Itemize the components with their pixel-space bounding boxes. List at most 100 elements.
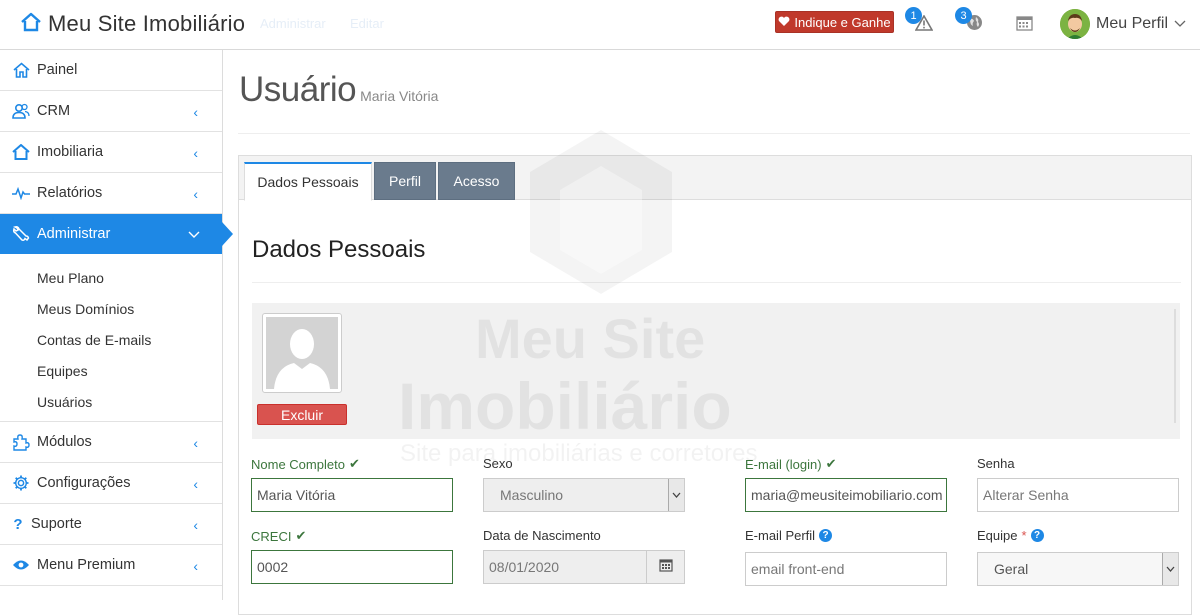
brand-name: Meu Site Imobiliário <box>48 11 246 36</box>
chevron-down-icon <box>668 479 684 511</box>
sidebar-item-label: Configurações <box>37 475 131 491</box>
sidebar-item-relatorios[interactable]: Relatórios ‹ <box>0 173 222 214</box>
sites-badge: 3 <box>955 7 972 24</box>
submenu-meu-plano[interactable]: Meu Plano <box>0 262 222 293</box>
sidebar: Painel CRM ‹ Imobiliaria ‹ Relatórios ‹ … <box>0 50 233 600</box>
nome-label: Nome Completo ✔ <box>251 456 360 472</box>
creci-label-text: CRECI <box>251 528 292 544</box>
user-form-panel: Dados Pessoais Perfil Acesso Dados Pesso… <box>238 155 1192 615</box>
pulse-icon <box>12 184 30 202</box>
calendar-button[interactable] <box>1013 14 1035 36</box>
brand-logo[interactable]: Meu Site Imobiliário <box>20 10 245 38</box>
email-perfil-input[interactable]: email front-end <box>745 552 947 586</box>
wrench-icon <box>12 225 30 243</box>
chevron-left-icon: ‹ <box>193 558 198 574</box>
calendar-icon <box>1015 15 1033 36</box>
sidebar-item-suporte[interactable]: ? Suporte ‹ <box>0 504 222 545</box>
page-title-main: Usuário <box>239 70 357 109</box>
submenu-meus-dominios[interactable]: Meus Domínios <box>0 293 222 324</box>
check-icon: ✔ <box>348 456 360 471</box>
chevron-left-icon: ‹ <box>193 186 198 202</box>
sidebar-item-label: Módulos <box>37 434 92 450</box>
profile-menu[interactable]: Meu Perfil <box>1060 9 1186 39</box>
photo-area: Excluir <box>252 303 1180 439</box>
sidebar-item-administrar[interactable]: Administrar <box>0 214 233 254</box>
sidebar-item-crm[interactable]: CRM ‹ <box>0 91 222 132</box>
check-icon: ✔ <box>825 456 837 471</box>
sidebar-item-imobiliaria[interactable]: Imobiliaria ‹ <box>0 132 222 173</box>
sidebar-item-label: Imobiliaria <box>37 144 104 160</box>
email-input[interactable]: maria@meusiteimobiliario.com <box>745 478 947 512</box>
chevron-down-icon <box>1174 15 1186 33</box>
sidebar-item-label: Relatórios <box>37 185 103 201</box>
gear-icon <box>12 474 30 492</box>
calendar-picker-button[interactable] <box>646 550 685 584</box>
sidebar-item-menu-premium[interactable]: Menu Premium ‹ <box>0 545 222 586</box>
email-label-text: E-mail (login) <box>745 456 822 472</box>
breadcrumb-editar: Editar <box>350 16 384 31</box>
sexo-value: Masculino <box>500 487 564 503</box>
creci-input[interactable]: 0002 <box>251 550 453 584</box>
page-title: Usuário Maria Vitória <box>239 70 438 110</box>
check-icon: ✔ <box>295 528 307 543</box>
tab-bar: Dados Pessoais Perfil Acesso <box>239 156 1191 201</box>
chevron-left-icon: ‹ <box>193 104 198 120</box>
sidebar-item-label: Suporte <box>31 516 82 532</box>
section-divider <box>252 282 1181 283</box>
nascimento-label: Data de Nascimento <box>483 528 601 543</box>
users-icon <box>12 102 30 120</box>
scrollbar[interactable] <box>1174 309 1176 423</box>
calendar-icon <box>658 558 673 577</box>
sidebar-item-label: Administrar <box>37 226 111 242</box>
required-mark: * <box>1021 528 1027 543</box>
tab-dados-pessoais[interactable]: Dados Pessoais <box>244 162 372 201</box>
alerts-badge: 1 <box>905 7 922 24</box>
equipe-label-text: Equipe <box>977 528 1018 543</box>
equipe-select[interactable]: Geral <box>977 552 1179 586</box>
submenu-equipes[interactable]: Equipes <box>0 355 222 386</box>
home-icon <box>12 143 30 161</box>
eye-icon <box>12 556 30 574</box>
help-icon[interactable]: ? <box>819 529 833 542</box>
nascimento-input[interactable]: 08/01/2020 <box>483 550 647 584</box>
chevron-down-icon <box>1162 553 1178 585</box>
sidebar-item-label: CRM <box>37 103 71 119</box>
sidebar-item-painel[interactable]: Painel <box>0 50 222 91</box>
top-navbar: Meu Site Imobiliário Administrar Editar … <box>0 0 1200 50</box>
indique-e-ganhe-button[interactable]: Indique e Ganhe <box>775 11 894 33</box>
indique-label: Indique e Ganhe <box>794 14 891 30</box>
tab-perfil[interactable]: Perfil <box>374 162 436 200</box>
breadcrumb-administrar[interactable]: Administrar <box>260 16 326 31</box>
tab-acesso[interactable]: Acesso <box>438 162 515 200</box>
home-icon <box>20 12 42 37</box>
senha-input[interactable]: Alterar Senha <box>977 478 1179 512</box>
help-icon[interactable]: ? <box>1030 529 1044 542</box>
sidebar-item-configuracoes[interactable]: Configurações ‹ <box>0 463 222 504</box>
delete-photo-button[interactable]: Excluir <box>257 404 347 425</box>
avatar <box>1060 9 1090 39</box>
email-perfil-label-text: E-mail Perfil <box>745 528 816 543</box>
submenu-usuarios[interactable]: Usuários <box>0 386 222 417</box>
nome-input[interactable]: Maria Vitória <box>251 478 453 512</box>
title-divider <box>238 133 1190 134</box>
email-perfil-label: E-mail Perfil? <box>745 528 833 543</box>
question-icon: ? <box>13 515 23 533</box>
sidebar-item-modulos[interactable]: Módulos ‹ <box>0 422 222 463</box>
sexo-label: Sexo <box>483 456 513 471</box>
chevron-left-icon: ‹ <box>193 435 198 451</box>
puzzle-icon <box>12 433 30 451</box>
chevron-left-icon: ‹ <box>193 145 198 161</box>
chevron-left-icon: ‹ <box>193 476 198 492</box>
profile-label: Meu Perfil <box>1096 15 1169 32</box>
user-silhouette-icon <box>266 317 338 389</box>
nome-label-text: Nome Completo <box>251 456 345 472</box>
sexo-select[interactable]: Masculino <box>483 478 685 512</box>
equipe-value: Geral <box>994 561 1029 577</box>
email-label: E-mail (login) ✔ <box>745 456 836 472</box>
submenu-contas-de-emails[interactable]: Contas de E-mails <box>0 324 222 355</box>
senha-label: Senha <box>977 456 1015 471</box>
profile-photo[interactable] <box>262 313 342 393</box>
equipe-label: Equipe *? <box>977 528 1044 543</box>
page-subtitle: Maria Vitória <box>360 88 439 104</box>
chevron-down-icon <box>188 226 200 242</box>
